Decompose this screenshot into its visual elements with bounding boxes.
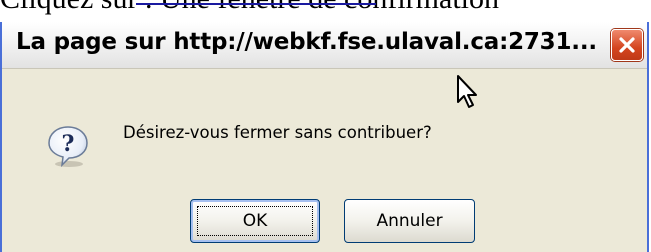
dialog-titlebar[interactable]: La page sur http://webkf.fse.ulaval.ca:2… (2, 22, 647, 69)
close-icon (619, 37, 635, 53)
dialog-message: Désirez-vous fermer sans contribuer? (123, 123, 432, 142)
confirm-dialog: La page sur http://webkf.fse.ulaval.ca:2… (0, 22, 649, 252)
svg-text:?: ? (62, 131, 75, 157)
cancel-button-label: Annuler (376, 211, 443, 231)
mouse-cursor-icon (457, 75, 477, 108)
close-button[interactable] (611, 29, 643, 61)
question-icon: ? (48, 126, 88, 168)
ok-button[interactable]: OK (190, 199, 320, 243)
focus-outline (197, 206, 313, 236)
dialog-title: La page sur http://webkf.fse.ulaval.ca:2… (16, 29, 597, 55)
cancel-button[interactable]: Annuler (344, 199, 475, 243)
dialog-body: ? Désirez-vous fermer sans contribuer? O… (2, 69, 647, 252)
background-link-underline (136, 3, 376, 5)
